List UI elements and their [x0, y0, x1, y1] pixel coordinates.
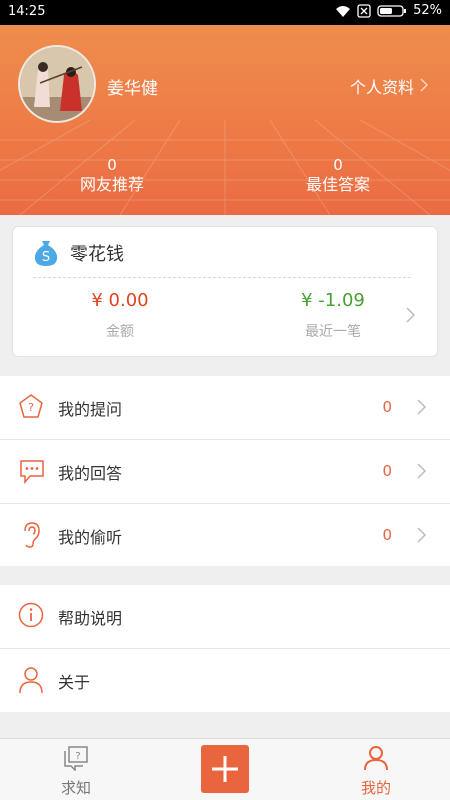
chevron-right-icon: [417, 463, 427, 483]
stat-recommend-value: 0: [107, 156, 117, 174]
add-question-button[interactable]: [201, 745, 249, 793]
avatar[interactable]: [18, 45, 96, 123]
battery-percent: 52%: [413, 3, 442, 18]
tab-mine[interactable]: 我的: [336, 745, 416, 798]
profile-link-label: 个人资料: [349, 78, 414, 97]
question-pentagon-icon: ?: [18, 393, 44, 423]
menu-item-my-listens[interactable]: 我的偷听 0: [0, 504, 450, 567]
stat-best-answer[interactable]: 0 最佳答案: [248, 156, 428, 196]
menu-main: ? 我的提问 0 我的回答 0 我的偷听 0: [0, 376, 450, 566]
stat-recommend-label: 网友推荐: [79, 175, 144, 194]
profile-header: 姜华健 个人资料 0 网友推荐 0 最佳答案: [0, 25, 450, 215]
menu-item-about[interactable]: 关于: [0, 649, 450, 712]
chevron-right-icon: [406, 307, 416, 327]
info-icon: [18, 602, 44, 632]
chevron-right-icon: [417, 527, 427, 547]
plus-icon: [201, 756, 249, 797]
wallet-balance-label: 金额: [106, 324, 134, 340]
status-bar: 14:25 52%: [0, 0, 450, 25]
stat-recommend[interactable]: 0 网友推荐: [22, 156, 202, 196]
svg-text:?: ?: [28, 401, 34, 414]
menu-item-my-answers[interactable]: 我的回答 0: [0, 440, 450, 504]
tab-ask-label: 求知: [60, 779, 91, 797]
wifi-icon: [335, 4, 351, 18]
menu-item-count: 0: [382, 398, 392, 416]
person-icon: [336, 745, 416, 775]
battery-icon: [377, 4, 407, 18]
wallet-balance-value: ¥ 0.00: [91, 290, 149, 311]
money-bag-icon: S: [33, 239, 59, 271]
wallet-card[interactable]: S 零花钱 ¥ 0.00 金额 ¥ -1.09 最近一笔: [12, 226, 438, 357]
tab-ask[interactable]: ? 求知: [36, 745, 116, 798]
stat-best-answer-label: 最佳答案: [305, 175, 370, 194]
person-icon: [18, 666, 44, 698]
stat-best-answer-value: 0: [333, 156, 343, 174]
wallet-recent-value: ¥ -1.09: [301, 290, 365, 311]
menu-item-count: 0: [382, 526, 392, 544]
menu-item-label: 我的提问: [58, 400, 123, 419]
menu-item-label: 关于: [58, 673, 91, 692]
tab-mine-label: 我的: [360, 779, 391, 797]
profile-link[interactable]: 个人资料: [350, 74, 428, 98]
wallet-recent: ¥ -1.09 最近一笔: [253, 289, 413, 341]
menu-item-count: 0: [382, 462, 392, 480]
menu-item-help[interactable]: 帮助说明: [0, 585, 450, 649]
svg-text:?: ?: [75, 751, 80, 762]
wallet-recent-label: 最近一笔: [305, 324, 361, 340]
chevron-right-icon: [417, 399, 427, 419]
status-time: 14:25: [8, 4, 46, 19]
chevron-right-icon: [420, 77, 428, 96]
menu-item-label: 帮助说明: [58, 609, 123, 628]
chat-bubble-icon: [18, 457, 46, 489]
question-cards-icon: ?: [36, 745, 116, 775]
svg-text:S: S: [42, 250, 50, 265]
menu-item-label: 我的偷听: [58, 528, 123, 547]
menu-other: 帮助说明 关于: [0, 585, 450, 712]
no-sim-icon: [357, 3, 371, 18]
divider: [33, 277, 411, 278]
ear-icon: [18, 521, 44, 553]
menu-item-my-questions[interactable]: ? 我的提问 0: [0, 376, 450, 440]
menu-item-label: 我的回答: [58, 464, 123, 483]
wallet-balance: ¥ 0.00 金额: [40, 289, 200, 341]
wallet-title: 零花钱: [70, 244, 124, 265]
username: 姜华健: [107, 79, 158, 99]
